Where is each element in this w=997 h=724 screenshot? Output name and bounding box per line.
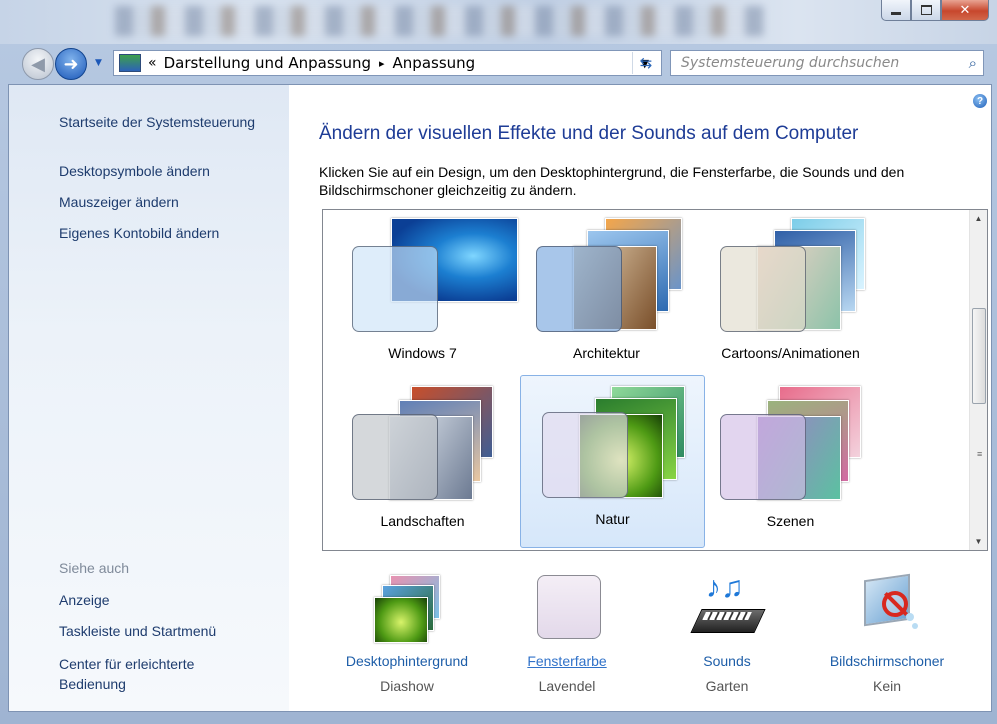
window-color-preview xyxy=(542,412,628,498)
window-color-preview xyxy=(352,414,438,500)
sidebar-link-account-picture[interactable]: Eigenes Kontobild ändern xyxy=(59,225,219,241)
theme-cartoons[interactable]: Cartoons/Animationen xyxy=(699,210,882,381)
blurred-toolbar xyxy=(115,6,765,36)
back-arrow-icon: ◀ xyxy=(31,53,45,75)
back-button[interactable]: ◀ xyxy=(22,48,54,80)
breadcrumb-darstellung[interactable]: Darstellung und Anpassung xyxy=(164,54,371,72)
help-icon[interactable]: ? xyxy=(973,94,987,108)
theme-scrollbar[interactable]: ▲ ≡ ▼ xyxy=(969,210,987,550)
address-bar[interactable]: « Darstellung und Anpassung ▸ Anpassung … xyxy=(113,50,662,76)
page-description: Klicken Sie auf ein Design, um den Deskt… xyxy=(319,164,905,198)
window-color-link[interactable]: Fensterfarbe xyxy=(487,653,647,669)
theme-windows-7[interactable]: Windows 7 xyxy=(331,210,518,381)
maximize-icon xyxy=(920,5,932,15)
breadcrumb-separator[interactable]: ▸ xyxy=(379,57,385,70)
screensaver-link[interactable]: Bildschirmschoner xyxy=(807,653,967,669)
sounds-value: Garten xyxy=(705,678,749,694)
window-color-preview xyxy=(720,246,806,332)
sidebar-link-ease-of-access[interactable]: Center für erleichterte Bedienung xyxy=(59,654,239,694)
window-color-icon xyxy=(532,573,602,643)
see-also-heading: Siehe auch xyxy=(59,560,130,576)
desktop-background-icon xyxy=(372,573,442,643)
sidebar-link-mouse-pointer[interactable]: Mauszeiger ändern xyxy=(59,194,179,210)
refresh-icon: ⇆ xyxy=(639,54,653,72)
close-button[interactable]: ✕ xyxy=(941,0,989,21)
screensaver-setting[interactable]: Bildschirmschoner Kein xyxy=(807,573,967,694)
breadcrumb-anpassung[interactable]: Anpassung xyxy=(393,54,476,72)
window-color-preview xyxy=(352,246,438,332)
window-color-preview xyxy=(720,414,806,500)
desktop-background-link[interactable]: Desktophintergrund xyxy=(327,653,487,669)
navigation-bar: ◀ ➜ ▼ « Darstellung und Anpassung ▸ Anpa… xyxy=(0,44,997,84)
desktop-background-setting[interactable]: Desktophintergrund Diashow xyxy=(327,573,487,694)
search-input[interactable]: Systemsteuerung durchsuchen ⌕ xyxy=(670,50,984,76)
search-icon[interactable]: ⌕ xyxy=(969,54,977,72)
theme-szenen[interactable]: Szenen xyxy=(699,378,882,549)
minimize-button[interactable] xyxy=(881,0,911,21)
theme-landschaften[interactable]: Landschaften xyxy=(331,378,514,549)
search-placeholder: Systemsteuerung durchsuchen xyxy=(681,55,900,71)
theme-label: Szenen xyxy=(766,513,815,529)
control-panel-icon xyxy=(119,54,141,72)
scroll-up-icon[interactable]: ▲ xyxy=(970,210,987,227)
theme-gallery: Windows 7 Architektur Cartoons/Animation… xyxy=(322,209,988,551)
forward-button[interactable]: ➜ xyxy=(55,48,87,80)
scrollbar-thumb[interactable]: ≡ xyxy=(972,308,986,459)
sounds-icon: ♪♫ xyxy=(690,573,766,643)
theme-natur[interactable]: Natur xyxy=(520,375,705,548)
forward-arrow-icon: ➜ xyxy=(63,53,79,75)
window-color-value: Lavendel xyxy=(538,678,596,694)
sidebar-link-display[interactable]: Anzeige xyxy=(59,592,110,608)
theme-label: Architektur xyxy=(573,345,640,361)
refresh-button[interactable]: ⇆ xyxy=(632,52,659,74)
grip-icon: ≡ xyxy=(977,449,983,459)
screensaver-value: Kein xyxy=(872,678,902,694)
maximize-button[interactable] xyxy=(911,0,941,21)
caption-buttons: ✕ xyxy=(881,0,989,22)
scroll-down-icon[interactable]: ▼ xyxy=(970,533,987,550)
minimize-icon xyxy=(891,11,901,15)
title-bar: ✕ xyxy=(0,0,997,44)
theme-architektur[interactable]: Architektur xyxy=(515,210,698,381)
theme-label: Windows 7 xyxy=(388,345,457,361)
page-title: Ändern der visuellen Effekte und der Sou… xyxy=(319,123,859,144)
breadcrumb-overflow[interactable]: « xyxy=(148,55,157,71)
sounds-setting[interactable]: ♪♫ Sounds Garten xyxy=(647,573,807,694)
sidebar-link-taskbar[interactable]: Taskleiste und Startmenü xyxy=(59,623,216,639)
recent-pages-dropdown[interactable]: ▼ xyxy=(95,58,102,68)
main-panel: ? Ändern der visuellen Effekte und der S… xyxy=(289,85,991,711)
screensaver-icon xyxy=(852,573,922,643)
sounds-link[interactable]: Sounds xyxy=(647,653,807,669)
theme-label: Landschaften xyxy=(380,513,465,529)
sidebar-home-link[interactable]: Startseite der Systemsteuerung xyxy=(59,114,255,130)
theme-label: Natur xyxy=(595,511,630,527)
close-icon: ✕ xyxy=(959,2,971,18)
sidebar-link-desktop-icons[interactable]: Desktopsymbole ändern xyxy=(59,163,210,179)
desktop-background-value: Diashow xyxy=(380,678,434,694)
content-area: Startseite der Systemsteuerung Desktopsy… xyxy=(8,84,992,712)
sidebar: Startseite der Systemsteuerung Desktopsy… xyxy=(9,85,289,711)
window-color-preview xyxy=(536,246,622,332)
theme-label: Cartoons/Animationen xyxy=(721,345,860,361)
window: ✕ ◀ ➜ ▼ « Darstellung und Anpassung ▸ An… xyxy=(0,0,997,724)
window-color-setting[interactable]: Fensterfarbe Lavendel xyxy=(487,573,647,694)
